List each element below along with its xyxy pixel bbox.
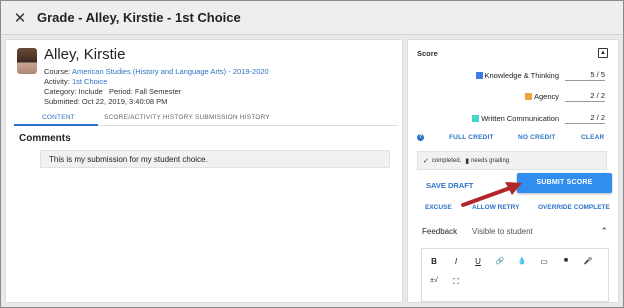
feedback-visibility: Visible to student xyxy=(472,227,533,236)
close-icon[interactable]: ✕ xyxy=(5,9,35,27)
dialog-titlebar: ✕ Grade - Alley, Kirstie - 1st Choice xyxy=(1,1,623,35)
tab-score-activity-history[interactable]: SCORE/ACTIVITY HISTORY xyxy=(104,114,193,121)
category-period-line: Category: Include Period: Fall Semester xyxy=(44,87,182,96)
avatar xyxy=(17,48,37,74)
comment-text: This is my submission for my student cho… xyxy=(40,150,390,168)
excuse-button[interactable]: EXCUSE xyxy=(425,204,452,211)
student-name: Alley, Kirstie xyxy=(44,46,126,63)
collapse-score-icon[interactable]: ▲ xyxy=(598,48,608,58)
comments-heading: Comments xyxy=(19,133,71,144)
criterion-color-swatch xyxy=(472,114,480,122)
help-icon[interactable]: ? xyxy=(417,134,424,141)
score-heading: Score xyxy=(417,49,438,58)
criterion-written-communication: Written Communication 2 / 2 xyxy=(472,112,605,124)
submit-score-button[interactable]: SUBMIT SCORE xyxy=(517,173,612,193)
criterion-color-swatch xyxy=(475,71,483,79)
color-drop-icon[interactable]: 💧 xyxy=(517,257,527,265)
bold-icon[interactable]: B xyxy=(429,257,439,266)
feedback-editor[interactable]: B I U 🔗 💧 ▭ ■ 🎤 ±√ ⛶ xyxy=(421,248,609,302)
full-credit-button[interactable]: FULL CREDIT xyxy=(449,134,494,141)
active-tab-indicator xyxy=(14,124,98,126)
underline-icon[interactable]: U xyxy=(473,257,483,266)
tab-submission-history[interactable]: SUBMISSION HISTORY xyxy=(195,114,270,121)
feedback-label: Feedback xyxy=(422,227,458,236)
image-icon[interactable]: ▭ xyxy=(539,257,549,266)
override-complete-button[interactable]: OVERRIDE COMPLETE xyxy=(538,204,610,211)
criterion-knowledge-thinking: Knowledge & Thinking 5 / 5 xyxy=(475,69,605,81)
dialog-title: Grade - Alley, Kirstie - 1st Choice xyxy=(37,10,241,25)
course-link[interactable]: American Studies (History and Language A… xyxy=(72,67,269,76)
tab-content[interactable]: CONTENT xyxy=(42,114,75,121)
microphone-icon[interactable]: 🎤 xyxy=(583,257,593,265)
criterion-label: Written Communication xyxy=(481,113,559,123)
tab-bar: CONTENT SCORE/ACTIVITY HISTORY SUBMISSIO… xyxy=(14,112,398,126)
criterion-agency: Agency 2 / 2 xyxy=(524,90,605,102)
arrow-shaft xyxy=(461,186,512,207)
criterion-score-input[interactable]: 2 / 2 xyxy=(565,113,605,124)
criterion-label: Knowledge & Thinking xyxy=(484,70,560,80)
score-panel: Score ▲ Knowledge & Thinking 5 / 5 Agenc… xyxy=(408,40,618,302)
activity-link[interactable]: 1st Choice xyxy=(72,77,107,86)
status-completed: completed, xyxy=(431,157,462,164)
criterion-score-input[interactable]: 5 / 5 xyxy=(565,70,605,81)
equation-icon[interactable]: ±√ xyxy=(427,277,441,284)
course-label: Course: xyxy=(44,67,71,76)
video-icon[interactable]: ■ xyxy=(561,257,571,264)
submitted-line: Submitted: Oct 22, 2019, 3:40:08 PM xyxy=(44,97,168,106)
red-arrow-annotation xyxy=(461,182,522,207)
activity-line: Activity: 1st Choice xyxy=(44,77,107,86)
clear-button[interactable]: CLEAR xyxy=(581,134,604,141)
chevron-up-icon[interactable]: ⌃ xyxy=(600,226,608,237)
criterion-color-swatch xyxy=(524,92,532,100)
no-credit-button[interactable]: NO CREDIT xyxy=(518,134,556,141)
activity-label: Activity: xyxy=(44,77,70,86)
check-icon: ✓ xyxy=(423,157,429,165)
feedback-header[interactable]: Feedback Visible to student ⌃ xyxy=(422,226,608,239)
status-box: ✓ completed, ▮ needs grading xyxy=(417,151,607,170)
course-line: Course: American Studies (History and La… xyxy=(44,67,269,76)
criterion-label: Agency xyxy=(533,91,559,101)
submission-panel: Alley, Kirstie Course: American Studies … xyxy=(6,40,402,302)
fullscreen-icon[interactable]: ⛶ xyxy=(451,277,461,287)
italic-icon[interactable]: I xyxy=(451,257,461,266)
link-icon[interactable]: 🔗 xyxy=(495,257,505,265)
status-needs-grading: needs grading xyxy=(471,157,510,164)
document-icon: ▮ xyxy=(465,157,470,165)
criterion-score-input[interactable]: 2 / 2 xyxy=(565,91,605,102)
